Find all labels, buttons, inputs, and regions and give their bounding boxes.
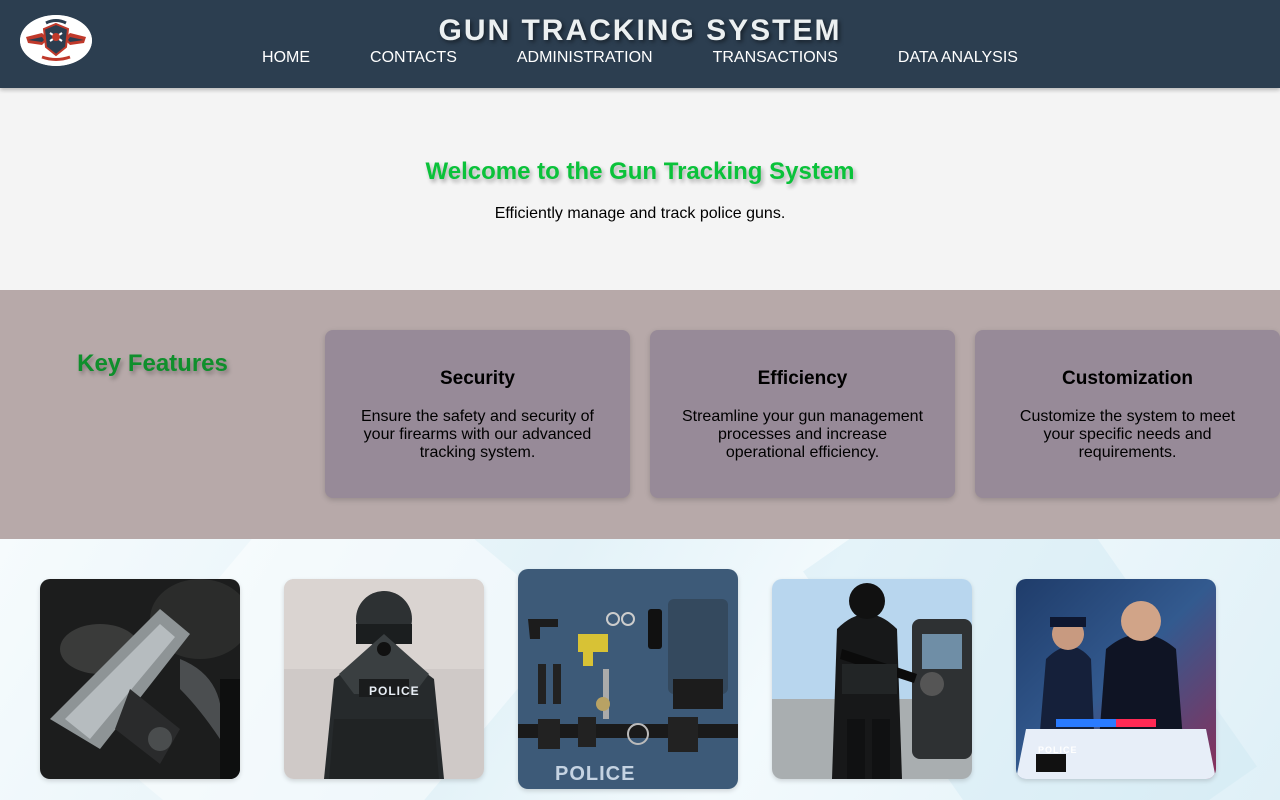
police-label: POLICE — [555, 763, 636, 785]
hero-section: Welcome to the Gun Tracking System Effic… — [0, 88, 1280, 290]
nav-transactions[interactable]: TRANSACTIONS — [713, 48, 838, 68]
hero-title: Welcome to the Gun Tracking System — [425, 158, 855, 185]
site-title: GUN TRACKING SYSTEM — [438, 14, 842, 47]
police-officers-car-photo: POLICE — [1016, 579, 1216, 779]
police-label: POLICE — [369, 684, 420, 698]
feature-title: Customization — [1062, 368, 1193, 389]
feature-card-security: Security Ensure the safety and security … — [325, 330, 630, 498]
photo-gallery: POLICE POLICE POLICE — [0, 539, 1280, 800]
handgun-photo — [40, 579, 240, 779]
feature-description: Streamline your gun management processes… — [681, 408, 924, 461]
police-officer-aiming-photo: POLICE — [284, 579, 484, 779]
main-nav: HOME CONTACTS ADMINISTRATION TRANSACTION… — [0, 48, 1280, 68]
site-header: GUN TRACKING SYSTEM HOME CONTACTS ADMINI… — [0, 0, 1280, 88]
nav-administration[interactable]: ADMINISTRATION — [517, 48, 653, 68]
police-label: POLICE — [1038, 745, 1078, 755]
hero-subtitle: Efficiently manage and track police guns… — [494, 205, 786, 222]
key-features-section: Key Features Security Ensure the safety … — [0, 290, 1280, 539]
tactical-officer-rifle-photo — [772, 579, 972, 779]
feature-card-efficiency: Efficiency Streamline your gun managemen… — [650, 330, 955, 498]
police-gear-flatlay-photo: POLICE — [518, 569, 738, 789]
nav-data-analysis[interactable]: DATA ANALYSIS — [898, 48, 1018, 68]
nav-contacts[interactable]: CONTACTS — [370, 48, 457, 68]
feature-description: Customize the system to meet your specif… — [1019, 408, 1236, 461]
feature-title: Security — [440, 368, 515, 389]
key-features-heading: Key Features — [77, 350, 228, 377]
feature-title: Efficiency — [757, 368, 848, 389]
feature-description: Ensure the safety and security of your f… — [360, 408, 594, 461]
feature-card-customization: Customization Customize the system to me… — [975, 330, 1280, 498]
nav-home[interactable]: HOME — [262, 48, 310, 68]
